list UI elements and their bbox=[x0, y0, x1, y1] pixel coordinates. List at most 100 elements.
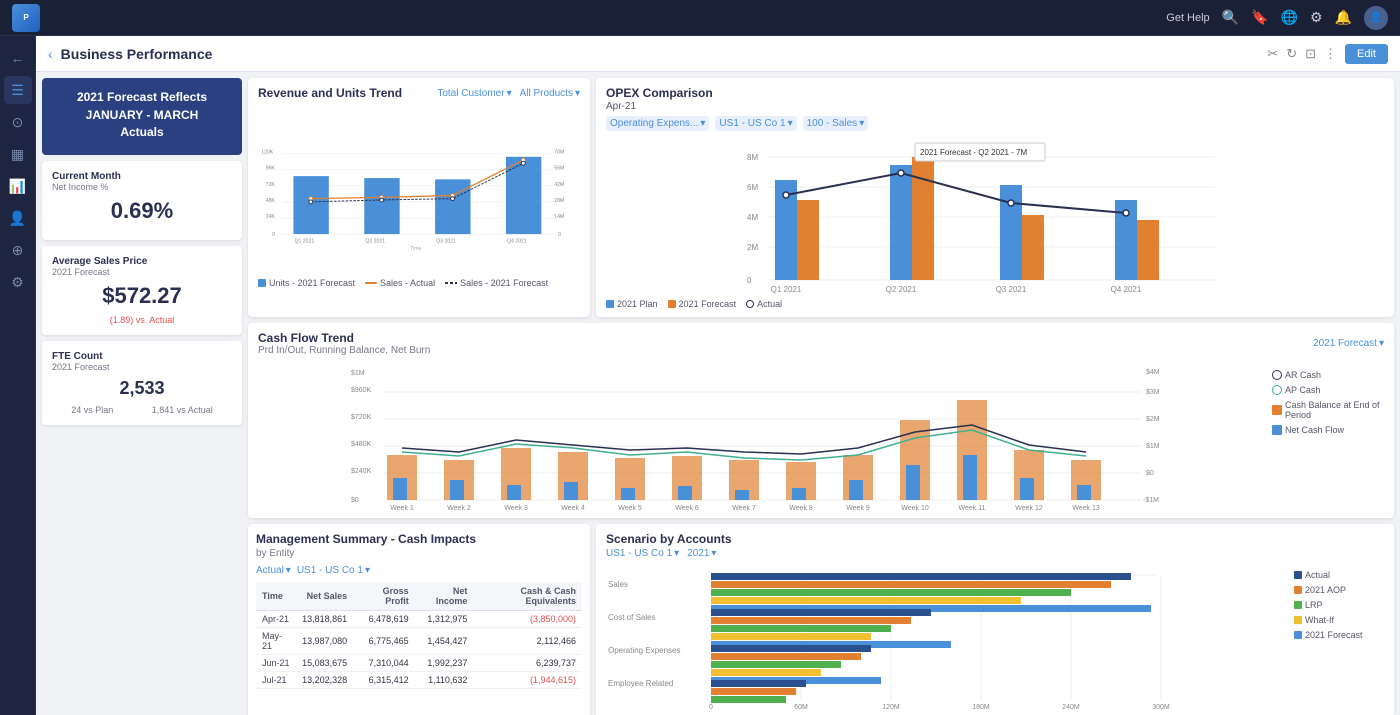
forecast-banner: 2021 Forecast Reflects JANUARY - MARCH A… bbox=[42, 78, 242, 155]
opex-legend: 2021 Plan 2021 Forecast Actual bbox=[606, 299, 1384, 309]
svg-text:$720K: $720K bbox=[351, 414, 372, 421]
header-left: ‹ Business Performance bbox=[48, 46, 212, 62]
svg-text:$2M: $2M bbox=[1146, 416, 1160, 423]
globe-icon[interactable]: 🌐 bbox=[1281, 9, 1298, 26]
svg-text:$240K: $240K bbox=[351, 468, 372, 475]
svg-text:Operating Expenses: Operating Expenses bbox=[608, 646, 681, 655]
svg-text:28M: 28M bbox=[554, 198, 564, 204]
svg-text:72K: 72K bbox=[266, 182, 276, 188]
opex-chart-svg: 0 2M 4M 6M 8M bbox=[606, 135, 1384, 295]
sidebar-grid-icon[interactable]: ▦ bbox=[4, 140, 32, 168]
fte-value: 2,533 bbox=[52, 378, 232, 399]
sidebar-user-icon[interactable]: 👤 bbox=[4, 204, 32, 232]
revenue-filter1[interactable]: Total Customer bbox=[437, 88, 511, 99]
fte-vs-plan: 24 vs Plan bbox=[71, 405, 113, 415]
svg-text:2M: 2M bbox=[747, 243, 758, 252]
avg-sales-card: Average Sales Price 2021 Forecast $572.2… bbox=[42, 246, 242, 335]
svg-text:0: 0 bbox=[747, 276, 752, 285]
more-icon[interactable]: ⋮ bbox=[1324, 46, 1337, 62]
scenario-filter2[interactable]: 2021 bbox=[687, 548, 716, 559]
sidebar-settings-icon[interactable]: ⚙ bbox=[4, 268, 32, 296]
cashflow-chart-svg: $0 $240K $480K $720K $960K $1M -$1M $0 $… bbox=[258, 360, 1264, 510]
revenue-filter2[interactable]: All Products bbox=[520, 88, 580, 99]
svg-text:Week 4: Week 4 bbox=[561, 505, 585, 510]
svg-text:96K: 96K bbox=[266, 166, 276, 172]
scenario-filter1[interactable]: US1 - US Co 1 bbox=[606, 548, 679, 559]
svg-text:Q1 2021: Q1 2021 bbox=[771, 285, 802, 294]
legend-ar-cash: AR Cash bbox=[1272, 370, 1384, 380]
cashflow-filter[interactable]: 2021 Forecast bbox=[1313, 338, 1384, 349]
svg-text:Cost of Sales: Cost of Sales bbox=[608, 613, 656, 622]
table-row: Jun-21 15,083,675 7,310,044 1,992,237 6,… bbox=[256, 655, 582, 672]
header-right: ✂ ↻ ⊡ ⋮ Edit bbox=[1267, 44, 1388, 64]
svg-text:Week 7: Week 7 bbox=[732, 505, 756, 510]
svg-text:8M: 8M bbox=[747, 153, 758, 162]
svg-text:0: 0 bbox=[272, 232, 275, 238]
table-filter2[interactable]: US1 - US Co 1 bbox=[297, 565, 370, 576]
refresh-icon[interactable]: ↻ bbox=[1286, 46, 1297, 62]
svg-text:Q4 2021: Q4 2021 bbox=[507, 238, 527, 244]
table-filters: Actual US1 - US Co 1 bbox=[256, 565, 582, 576]
table-title: Management Summary - Cash Impacts bbox=[256, 532, 582, 546]
legend-sales-actual: Sales - Actual bbox=[365, 278, 435, 288]
management-table-card: Management Summary - Cash Impacts by Ent… bbox=[248, 524, 590, 715]
get-help-label[interactable]: Get Help bbox=[1166, 12, 1209, 24]
left-panel: 2021 Forecast Reflects JANUARY - MARCH A… bbox=[42, 78, 242, 715]
bookmark-icon[interactable]: 🔖 bbox=[1251, 9, 1268, 26]
planful-logo: P bbox=[12, 4, 40, 32]
opex-filter2[interactable]: US1 - US Co 1 bbox=[715, 116, 796, 131]
top-navigation: P Get Help 🔍 🔖 🌐 ⚙ 🔔 👤 bbox=[0, 0, 1400, 36]
sidebar-chart-icon[interactable]: 📊 bbox=[4, 172, 32, 200]
cashflow-legend: AR Cash AP Cash Cash Balance at End of P… bbox=[1264, 360, 1384, 510]
col-time: Time bbox=[256, 582, 296, 611]
svg-text:Sales: Sales bbox=[608, 580, 628, 589]
svg-text:$960K: $960K bbox=[351, 387, 372, 394]
svg-text:0: 0 bbox=[709, 704, 713, 710]
expand-icon[interactable]: ⊡ bbox=[1305, 46, 1316, 62]
management-table: Time Net Sales Gross Profit Net Income C… bbox=[256, 582, 582, 689]
edit-button[interactable]: Edit bbox=[1345, 44, 1388, 64]
revenue-chart-header: Revenue and Units Trend Total Customer A… bbox=[258, 86, 580, 100]
sidebar-dashboard-icon[interactable]: ☰ bbox=[4, 76, 32, 104]
svg-text:Week 11: Week 11 bbox=[959, 505, 986, 510]
legend-forecast: 2021 Forecast bbox=[668, 299, 737, 309]
bell-icon[interactable]: 🔔 bbox=[1335, 9, 1352, 26]
svg-text:Q1 2021: Q1 2021 bbox=[295, 238, 315, 244]
svg-text:Employee Related: Employee Related bbox=[608, 679, 673, 688]
avg-sales-label: Average Sales Price bbox=[52, 256, 232, 267]
sidebar-back-icon[interactable]: ← bbox=[4, 44, 32, 72]
opex-sub: Apr-21 bbox=[606, 101, 713, 112]
scenario-chart-svg: Sales Cost of Sales Operating Expenses E… bbox=[606, 565, 1286, 710]
sidebar-target-icon[interactable]: ⊙ bbox=[4, 108, 32, 136]
svg-text:6M: 6M bbox=[747, 183, 758, 192]
legend-sales-forecast: Sales - 2021 Forecast bbox=[445, 278, 548, 288]
svg-text:2021 Forecast - Q2 2021 - 7M: 2021 Forecast - Q2 2021 - 7M bbox=[920, 148, 1028, 157]
opex-filter3[interactable]: 100 - Sales bbox=[803, 116, 869, 131]
search-icon[interactable]: 🔍 bbox=[1222, 9, 1239, 26]
svg-text:Q2 2021: Q2 2021 bbox=[365, 238, 385, 244]
table-row: Apr-21 13,818,861 6,478,619 1,312,975 (3… bbox=[256, 611, 582, 628]
svg-text:$1M: $1M bbox=[1146, 443, 1160, 450]
col-gross-profit: Gross Profit bbox=[353, 582, 415, 611]
scenario-legend: Actual 2021 AOP LRP What-If bbox=[1294, 565, 1384, 710]
svg-text:$4M: $4M bbox=[1146, 369, 1160, 376]
cashflow-title: Cash Flow Trend bbox=[258, 331, 354, 345]
sidebar-add-icon[interactable]: ⊕ bbox=[4, 236, 32, 264]
svg-text:Week 2: Week 2 bbox=[447, 505, 471, 510]
svg-text:$0: $0 bbox=[1146, 470, 1154, 477]
scenario-title: Scenario by Accounts bbox=[606, 532, 1384, 546]
opex-filter1[interactable]: Operating Expens... bbox=[606, 116, 709, 131]
table-filter1[interactable]: Actual bbox=[256, 565, 291, 576]
svg-text:Week 1: Week 1 bbox=[390, 505, 414, 510]
cut-icon[interactable]: ✂ bbox=[1267, 46, 1278, 62]
back-button[interactable]: ‹ bbox=[48, 46, 53, 62]
svg-text:4M: 4M bbox=[747, 213, 758, 222]
settings-icon[interactable]: ⚙ bbox=[1310, 9, 1323, 26]
cashflow-chart-card: Cash Flow Trend Prd In/Out, Running Bala… bbox=[248, 323, 1394, 518]
banner-line3: Actuals bbox=[52, 125, 232, 141]
current-month-sub: Net Income % bbox=[52, 182, 232, 192]
legend-scenario-whatif: What-If bbox=[1294, 615, 1384, 625]
current-month-value: 0.69% bbox=[52, 198, 232, 224]
user-avatar[interactable]: 👤 bbox=[1364, 6, 1388, 30]
revenue-chart-card: Revenue and Units Trend Total Customer A… bbox=[248, 78, 590, 317]
